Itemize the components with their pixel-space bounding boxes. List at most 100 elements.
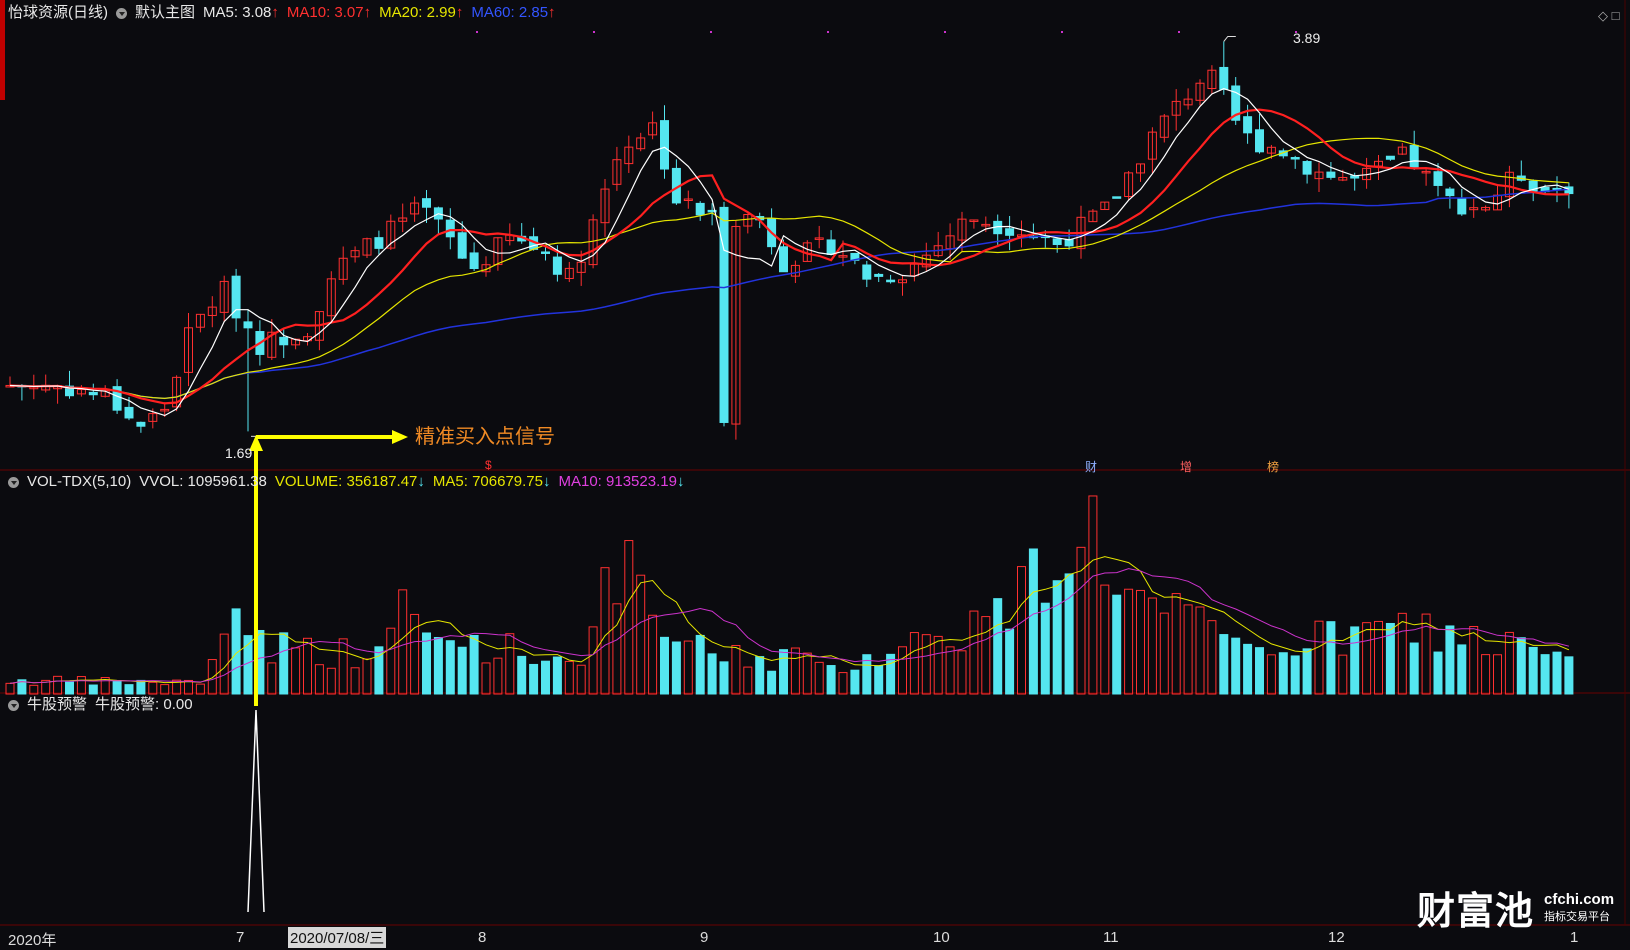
volume-bar xyxy=(386,627,396,695)
arrow-down-icon: ↓ xyxy=(676,473,685,490)
volume-bar xyxy=(1088,495,1098,695)
candle-body xyxy=(1005,228,1015,236)
dropdown-icon[interactable] xyxy=(8,699,19,711)
volume-bar xyxy=(981,616,991,695)
candle-body xyxy=(1243,116,1253,134)
volume-bar xyxy=(112,680,122,695)
volume-bar xyxy=(588,626,598,695)
brand-url: cfchi.com xyxy=(1544,891,1615,908)
arrow-up-icon: ↑ xyxy=(363,4,372,21)
volume-bar xyxy=(1183,604,1193,695)
event-marker[interactable]: 榜 xyxy=(1266,458,1280,475)
volume-bar xyxy=(695,634,705,695)
volume-bar xyxy=(1064,573,1074,695)
candle-body xyxy=(374,237,384,249)
brand-url-block: cfchi.com 指标交易平台 xyxy=(1544,891,1614,924)
volume-bar xyxy=(636,574,646,695)
volume-bar xyxy=(1433,651,1443,695)
arrow-down-icon: ↓ xyxy=(417,473,425,490)
candle-body xyxy=(660,120,669,170)
volume-bar xyxy=(802,652,812,695)
candle-body xyxy=(469,252,479,270)
volume-bar xyxy=(207,659,217,695)
template-name[interactable]: 默认主图 xyxy=(135,2,195,24)
event-marker[interactable]: 财 xyxy=(1084,458,1098,475)
volume-bar xyxy=(350,667,360,695)
volume-bar xyxy=(719,661,729,695)
cursor-date: 2020/07/08/三 xyxy=(288,927,387,948)
volume-bar xyxy=(267,662,277,695)
top-marker-dot xyxy=(1178,31,1180,33)
signal-arrowhead-right xyxy=(392,430,408,444)
volume-bar xyxy=(445,640,455,695)
volume-bar xyxy=(612,603,622,695)
axis-month-label: 12 xyxy=(1328,929,1345,946)
volume-bar xyxy=(1028,548,1038,695)
arrow-up-icon: ↑ xyxy=(455,4,464,21)
volume-bar xyxy=(660,636,669,695)
volume-bar xyxy=(433,637,443,695)
volume-bar xyxy=(707,653,717,695)
diamond-icon[interactable]: ◇ □ xyxy=(1598,8,1619,24)
dropdown-icon[interactable] xyxy=(116,7,127,19)
candle-body xyxy=(886,279,896,283)
indicator-value: 牛股预警: 0.00 xyxy=(95,696,193,713)
volume-bar xyxy=(1124,588,1134,695)
ma60-line xyxy=(9,188,1569,400)
volume-bar xyxy=(1278,652,1288,695)
candle-body xyxy=(1255,129,1264,153)
volume-bar xyxy=(1005,628,1015,695)
candle-body xyxy=(1409,144,1419,169)
volume-bar xyxy=(624,540,634,695)
volume-bar xyxy=(53,675,63,695)
volume-bar xyxy=(826,665,836,695)
dropdown-icon[interactable] xyxy=(8,476,19,488)
volume-bar xyxy=(1136,589,1145,695)
stock-title[interactable]: 怡球资源(日线) xyxy=(8,2,108,24)
ma20-value: MA20: 2.99 xyxy=(379,4,456,21)
candle-body xyxy=(1457,198,1467,215)
top-marker-dot xyxy=(827,31,829,33)
vol-indicator-name[interactable]: VOL-TDX(5,10) xyxy=(27,471,131,493)
vol-ma10-value: MA10: 913523.19 xyxy=(558,473,677,490)
volume-bar xyxy=(1195,606,1205,695)
volume-bar xyxy=(600,567,610,695)
volume-bar xyxy=(1076,546,1086,695)
volume-bar xyxy=(541,660,550,695)
candle-body xyxy=(1433,171,1443,186)
indicator-name[interactable]: 牛股预警 xyxy=(27,694,87,716)
volume-bar xyxy=(1171,593,1181,695)
main-header: 怡球资源(日线) 默认主图 MA5: 3.08 ↑ MA10: 3.07 ↑ MA2… xyxy=(8,2,556,24)
volume-bar xyxy=(1552,651,1562,695)
event-marker[interactable]: $ xyxy=(484,458,493,472)
high-price-leader xyxy=(1223,35,1236,42)
volume-bar xyxy=(1564,656,1574,695)
vvol-value: VVOL: 1095961.38 xyxy=(139,473,267,490)
ma60-value: MA60: 2.85 xyxy=(471,4,549,21)
top-marker-dot xyxy=(1061,31,1063,33)
volume-header: VOL-TDX(5,10) VVOL: 1095961.38 VOLUME: 3… xyxy=(8,471,684,493)
volume-bar xyxy=(291,647,301,695)
volume-bar xyxy=(1052,580,1062,695)
volume-bar xyxy=(945,646,955,695)
candle-body xyxy=(445,219,455,238)
volume-bar xyxy=(1302,648,1312,695)
volume-bar xyxy=(136,679,146,695)
candle-body xyxy=(1385,155,1395,160)
arrow-up-icon: ↑ xyxy=(548,4,556,21)
volume-bar xyxy=(743,666,753,695)
candle-body xyxy=(279,336,289,346)
volume-bar xyxy=(1504,631,1514,695)
axis-month-label: 8 xyxy=(478,929,487,946)
top-marker-dot xyxy=(710,31,712,33)
volume-bar xyxy=(552,656,562,695)
top-marker-dot xyxy=(593,31,595,33)
top-marker-dot xyxy=(944,31,946,33)
candle-body xyxy=(862,264,872,280)
volume-bar xyxy=(124,684,134,695)
event-marker[interactable]: 增 xyxy=(1179,458,1193,475)
top-marker-dot xyxy=(476,31,478,33)
arrow-up-icon: ↑ xyxy=(271,4,279,21)
volume-bar xyxy=(1112,594,1122,695)
volume-bar xyxy=(398,589,408,695)
